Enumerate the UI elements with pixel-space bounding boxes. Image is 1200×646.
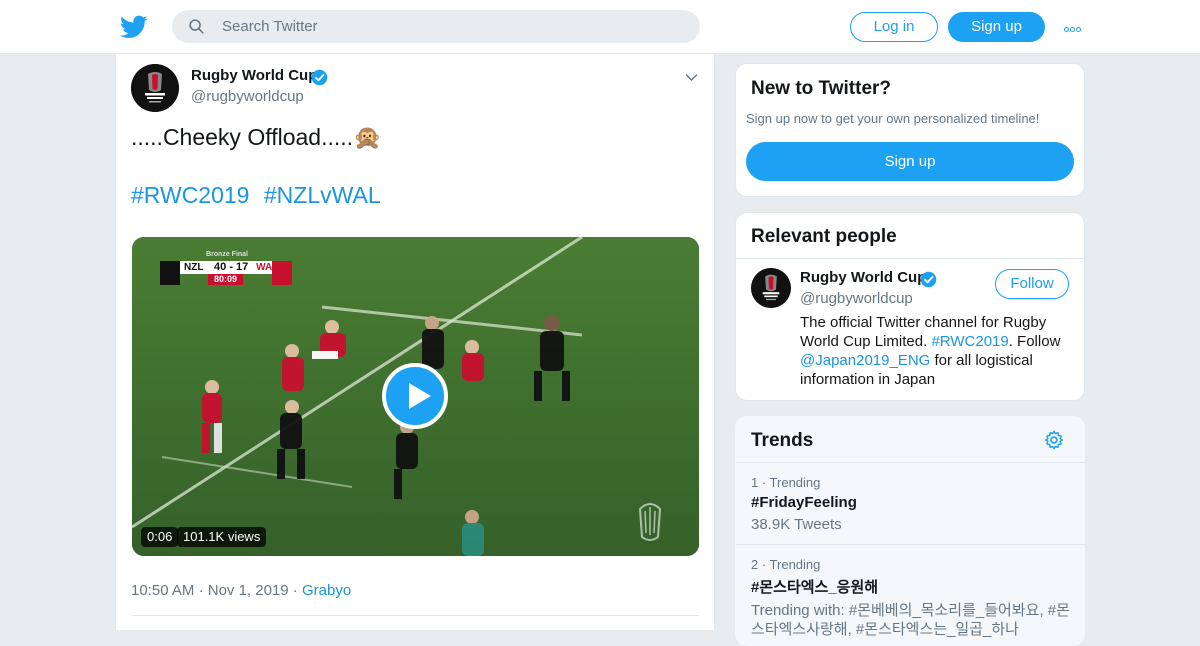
bio-mention-link[interactable]: @Japan2019_ENG <box>800 352 930 369</box>
author-handle[interactable]: @rugbyworldcup <box>191 88 304 105</box>
score-value: 40 - 17 <box>214 261 249 273</box>
verified-badge-icon <box>311 69 328 86</box>
verified-badge-icon <box>920 271 937 288</box>
avatar[interactable] <box>131 64 179 112</box>
tweet-hashtags: #RWC2019 #NZLvWAL <box>131 182 389 209</box>
trend-detail: Trending with: #몬베베의_목소리를_들어봐요, #몬스타엑스사랑… <box>751 602 1070 638</box>
bio-hashtag-link[interactable]: #RWC2019 <box>931 333 1008 350</box>
chevron-down-icon[interactable] <box>684 70 699 85</box>
person-name[interactable]: Rugby World Cup <box>800 269 926 286</box>
tweet-time[interactable]: 10:50 AM <box>131 582 194 599</box>
signup-card: New to Twitter? Sign up now to get your … <box>735 63 1085 197</box>
trend-name: #몬스타엑스_응원해 <box>751 579 879 596</box>
meta-separator: · <box>198 582 208 599</box>
trend-detail: 38.9K Tweets <box>751 516 842 533</box>
video-duration: 0:06 <box>141 527 179 547</box>
nzl-flag-icon <box>160 261 180 285</box>
search-box[interactable] <box>172 10 700 43</box>
signup-card-subtitle: Sign up now to get your own personalized… <box>746 111 1040 126</box>
person-handle[interactable]: @rugbyworldcup <box>800 290 913 307</box>
video-views: 101.1K views <box>177 527 267 547</box>
video-player[interactable]: Bronze Final NZL 40 - 17 WAL 80:09 0:06 … <box>132 237 699 556</box>
trend-name: #FridayFeeling <box>751 494 857 511</box>
relevant-people-title: Relevant people <box>751 226 897 247</box>
trend-item[interactable]: 2 · Trending #몬스타엑스_응원해 Trending with: #… <box>736 544 1086 639</box>
bio-text: . Follow <box>1008 333 1061 350</box>
tweet-date[interactable]: Nov 1, 2019 <box>208 582 289 599</box>
divider <box>736 258 1084 259</box>
rwc-logo-icon <box>751 268 791 308</box>
author-name[interactable]: Rugby World Cup <box>191 67 317 84</box>
tweet-source-link[interactable]: Grabyo <box>302 582 351 599</box>
play-icon[interactable] <box>382 363 448 429</box>
scoreboard: Bronze Final NZL 40 - 17 WAL 80:09 <box>160 251 292 285</box>
gear-icon[interactable] <box>1044 430 1064 450</box>
trends-card: Trends 1 · Trending #FridayFeeling 38.9K… <box>735 416 1086 646</box>
tweet-detail: Rugby World Cup @rugbyworldcup .....Chee… <box>115 54 715 630</box>
tweet-text: .....Cheeky Offload.....🙊 <box>131 124 382 150</box>
team-home: NZL <box>184 262 204 273</box>
top-navigation-bar: Log in Sign up <box>0 0 1200 54</box>
trend-meta: 2 · Trending <box>751 557 821 572</box>
trend-item[interactable]: 1 · Trending #FridayFeeling 38.9K Tweets <box>736 462 1086 534</box>
match-clock: 80:09 <box>208 274 243 285</box>
trends-title: Trends <box>751 430 814 451</box>
login-button[interactable]: Log in <box>850 12 938 42</box>
follow-button[interactable]: Follow <box>995 269 1069 299</box>
twitter-bird-icon[interactable] <box>120 13 148 41</box>
signup-card-button[interactable]: Sign up <box>746 142 1074 181</box>
relevant-people-card: Relevant people Rugby World Cup @rugbywo… <box>735 212 1085 401</box>
signup-card-title: New to Twitter? <box>751 78 892 99</box>
rwc-logo-icon <box>131 64 179 112</box>
hashtag-link[interactable]: #NZLvWAL <box>264 182 381 208</box>
wal-flag-icon <box>272 261 292 285</box>
person-bio: The official Twitter channel for Rugby W… <box>800 313 1070 389</box>
hashtag-link[interactable]: #RWC2019 <box>131 182 249 208</box>
trend-meta: 1 · Trending <box>751 475 821 490</box>
divider <box>131 615 699 616</box>
avatar[interactable] <box>751 268 791 308</box>
scoreboard-label: Bronze Final <box>206 251 249 258</box>
search-input[interactable] <box>222 10 682 43</box>
search-icon <box>189 19 204 34</box>
meta-separator: · <box>292 582 302 599</box>
tweet-timestamp: 10:50 AM · Nov 1, 2019 · Grabyo <box>131 582 351 599</box>
signup-button[interactable]: Sign up <box>948 12 1045 42</box>
more-dots-icon[interactable] <box>1064 19 1086 33</box>
